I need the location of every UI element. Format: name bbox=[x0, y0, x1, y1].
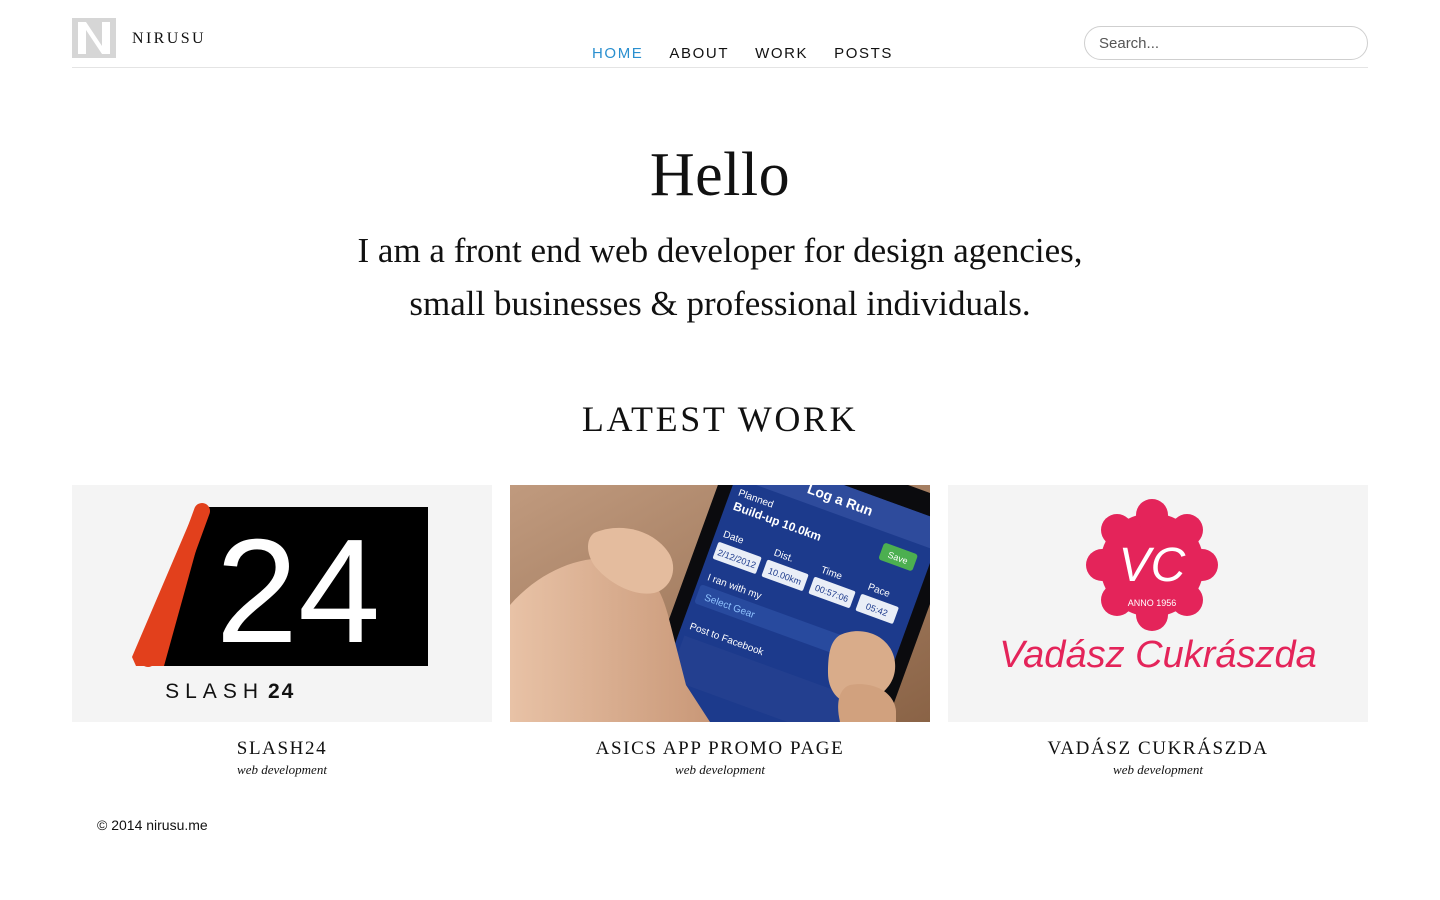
nav-about[interactable]: ABOUT bbox=[669, 45, 729, 62]
vadasz-anno: ANNO 1956 bbox=[1128, 598, 1177, 608]
slash24-word: SLASH bbox=[165, 680, 264, 703]
vadasz-logo-image: VC ANNO 1956 Vadász Cukrászda bbox=[948, 485, 1368, 722]
nav-work[interactable]: WORK bbox=[755, 45, 808, 62]
work-title[interactable]: VADÁSZ CUKRÁSZDA bbox=[948, 738, 1368, 760]
tagline-line-1: I am a front end web developer for desig… bbox=[357, 231, 1083, 270]
work-thumb-slash24[interactable]: 24 SLASH 24 bbox=[72, 485, 492, 722]
vadasz-script-name: Vadász Cukrászda bbox=[999, 634, 1317, 676]
site-header: NIRUSU HOME ABOUT WORK POSTS bbox=[72, 0, 1368, 68]
work-card-slash24[interactable]: 24 SLASH 24 SLASH24 web development bbox=[72, 485, 492, 778]
tagline-line-2: small businesses & professional individu… bbox=[409, 284, 1031, 323]
work-thumb-vadasz[interactable]: VC ANNO 1956 Vadász Cukrászda bbox=[948, 485, 1368, 722]
hero-title: Hello bbox=[649, 141, 791, 209]
hero-tagline: I am a front end web developer for desig… bbox=[0, 224, 1440, 330]
nav-posts[interactable]: POSTS bbox=[834, 45, 893, 62]
work-category: web development bbox=[1113, 762, 1203, 777]
work-card-asics[interactable]: Log a Run Save Planned Build-up 10.0km D… bbox=[510, 485, 930, 778]
logo-link[interactable] bbox=[72, 18, 116, 58]
work-category: web development bbox=[237, 762, 327, 777]
work-category: web development bbox=[675, 762, 765, 777]
vadasz-monogram: VC bbox=[1119, 539, 1186, 592]
main-nav: HOME ABOUT WORK POSTS bbox=[592, 45, 919, 62]
logo-icon bbox=[72, 18, 116, 58]
work-thumb-asics[interactable]: Log a Run Save Planned Build-up 10.0km D… bbox=[510, 485, 930, 722]
latest-work-heading: LATEST WORK bbox=[581, 399, 859, 439]
brand-name[interactable]: NIRUSU bbox=[132, 30, 206, 48]
slash24-number: 24 bbox=[216, 509, 381, 674]
asics-app-photo: Log a Run Save Planned Build-up 10.0km D… bbox=[510, 485, 930, 722]
work-card-vadasz[interactable]: VC ANNO 1956 Vadász Cukrászda VADÁSZ CUK… bbox=[948, 485, 1368, 778]
work-title[interactable]: SLASH24 bbox=[72, 738, 492, 760]
slash24-logo-image: 24 SLASH 24 bbox=[72, 485, 492, 722]
work-title[interactable]: ASICS APP PROMO PAGE bbox=[510, 738, 930, 760]
footer-copyright: © 2014 nirusu.me bbox=[97, 817, 208, 833]
slash24-word-num: 24 bbox=[268, 680, 295, 703]
search-input[interactable] bbox=[1084, 26, 1368, 60]
nav-home[interactable]: HOME bbox=[592, 45, 643, 62]
